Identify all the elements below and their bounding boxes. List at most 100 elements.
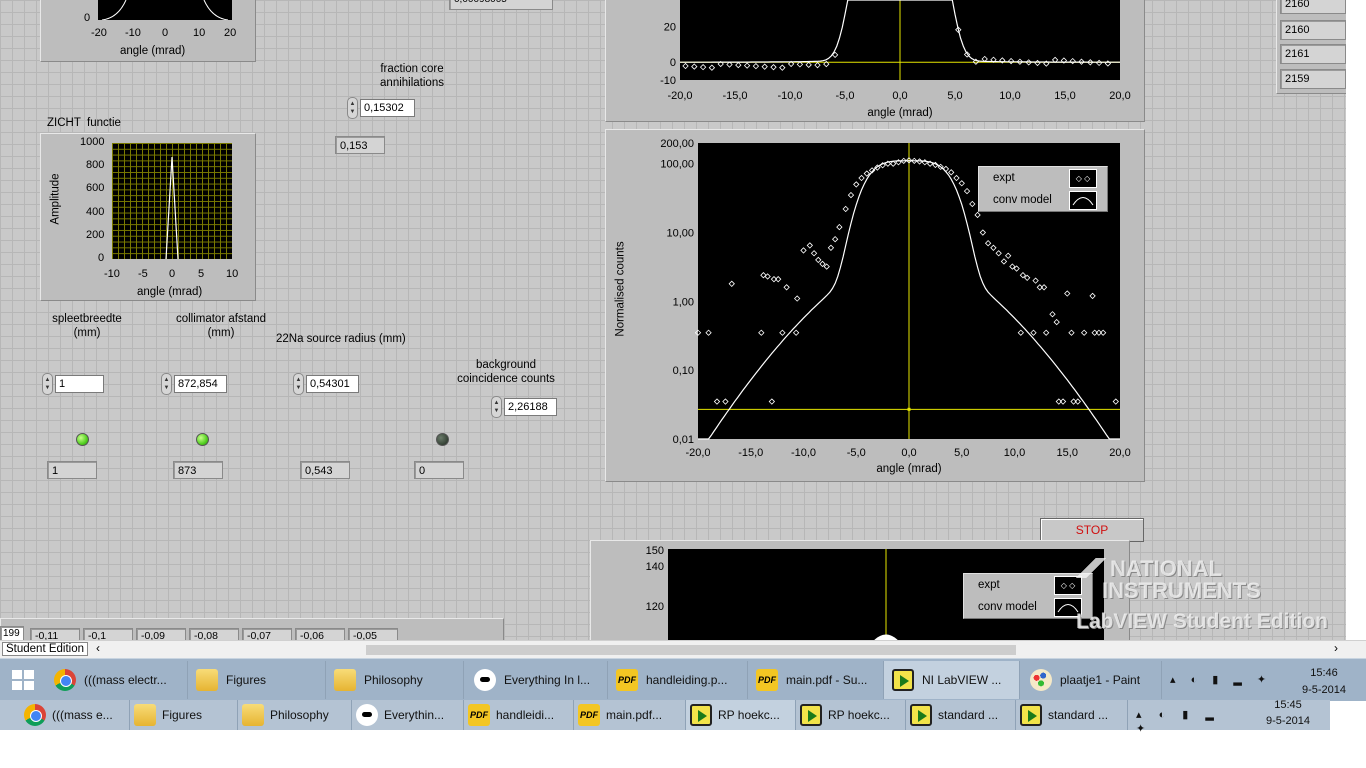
clock-time: 15:46 bbox=[1310, 667, 1338, 679]
zicht-curve bbox=[165, 156, 179, 260]
taskbar-item[interactable]: Figures bbox=[188, 661, 326, 699]
zicht-ylabel: Amplitude bbox=[49, 173, 62, 225]
taskbar-item-label: main.pdf... bbox=[606, 708, 663, 722]
taskbar-item[interactable]: (((mass electr... bbox=[46, 661, 188, 699]
clock-date-2: 9-5-2014 bbox=[1265, 715, 1311, 727]
stop-button[interactable]: STOP bbox=[1040, 518, 1144, 542]
source-radius-input[interactable]: 0,54301 bbox=[306, 375, 359, 393]
background-spinner[interactable]: ▲ ▼ bbox=[491, 396, 502, 418]
labview-front-panel: 0 -20 -10 0 10 20 angle (mrad) 0,0009800… bbox=[0, 0, 1346, 642]
start-button[interactable] bbox=[0, 659, 46, 701]
collimator-label: collimator afstand (mm) bbox=[175, 313, 267, 339]
top-ytick: 0 bbox=[670, 57, 676, 69]
bottom-ytick: 150 bbox=[646, 545, 664, 557]
collimator-control[interactable]: ▲ ▼ 872,854 bbox=[161, 373, 227, 395]
chrome-icon bbox=[24, 704, 46, 726]
source-radius-label: 22Na source radius (mm) bbox=[276, 333, 406, 345]
taskbar-item-secondary[interactable]: standard ... bbox=[1016, 700, 1128, 730]
zicht-xtick: 0 bbox=[169, 268, 176, 280]
spleetbreedte-spinner[interactable]: ▲ ▼ bbox=[42, 373, 53, 395]
taskbar-item-secondary[interactable]: PDF main.pdf... bbox=[574, 700, 686, 730]
top-left-xtick: 10 bbox=[193, 27, 206, 39]
top-left-xtick: -20 bbox=[91, 27, 107, 39]
ni-logo-icon bbox=[1074, 558, 1108, 578]
bottom-ytick: 140 bbox=[646, 561, 664, 573]
spleetbreedte-input[interactable]: 1 bbox=[55, 375, 104, 393]
fraction-core-spinner[interactable]: ▲ ▼ bbox=[347, 97, 358, 119]
h-scroll-left-icon[interactable]: ‹ bbox=[96, 641, 100, 655]
taskbar-item-label: Philosophy bbox=[364, 673, 423, 687]
labview-icon bbox=[690, 704, 712, 726]
ni-watermark: NATIONAL INSTRUMENTS LabVIEW Student Edi… bbox=[1068, 556, 1344, 642]
taskbar-secondary: (((mass e... Figures Philosophy Everythin..… bbox=[0, 698, 1330, 735]
legend-expt-swatch[interactable]: ◇ ◇ bbox=[1069, 168, 1097, 188]
bottom-ytick: 120 bbox=[646, 601, 664, 613]
main-xtick: 15,0 bbox=[1057, 447, 1078, 459]
collimator-input[interactable]: 872,854 bbox=[174, 375, 227, 393]
taskbar-item-label: RP hoekc... bbox=[718, 708, 780, 722]
top-xtick: -15,0 bbox=[722, 90, 747, 102]
main-ytick: 0,10 bbox=[673, 365, 694, 377]
zicht-ytick: 0 bbox=[98, 252, 105, 264]
taskbar-item-label: handleiding.p... bbox=[646, 673, 728, 687]
h-scroll-right-icon[interactable]: › bbox=[1334, 641, 1338, 655]
main-xtick: 10,0 bbox=[1004, 447, 1025, 459]
taskbar-item[interactable]: plaatje1 - Paint bbox=[1022, 661, 1162, 699]
fraction-core-input[interactable]: 0,15302 bbox=[360, 99, 415, 117]
spleetbreedte-control[interactable]: ▲ ▼ 1 bbox=[42, 373, 104, 395]
background-input[interactable]: 2,26188 bbox=[504, 398, 557, 416]
everything-icon bbox=[474, 669, 496, 691]
fraction-core-control[interactable]: ▲ ▼ 0,15302 bbox=[347, 97, 415, 119]
taskbar-item-secondary[interactable]: RP hoekc... bbox=[796, 700, 906, 730]
top-left-xtick: -10 bbox=[125, 27, 141, 39]
taskbar-item-secondary[interactable]: Figures bbox=[130, 700, 238, 730]
taskbar-item-label: (((mass electr... bbox=[84, 673, 167, 687]
top-ytick: -10 bbox=[660, 75, 676, 87]
taskbar-item-secondary[interactable]: standard ... bbox=[906, 700, 1016, 730]
taskbar-item[interactable]: NI LabVIEW ... bbox=[884, 661, 1020, 699]
top-xtick: 20,0 bbox=[1109, 90, 1130, 102]
background-label: background coincidence counts bbox=[457, 359, 555, 385]
tray-icons-secondary[interactable]: ▴ ◐ ▮ ▂ ✦ bbox=[1136, 708, 1246, 736]
main-ytick: 0,01 bbox=[673, 434, 694, 446]
taskbar-item-secondary[interactable]: RP hoekc... bbox=[686, 700, 796, 730]
top-ytick: 20 bbox=[664, 22, 676, 34]
legend-expt-label: expt bbox=[993, 172, 1015, 184]
legend-model-label: conv model bbox=[993, 194, 1052, 206]
top-right-graph: -20,0 -15,0 -10,0 -5,0 0,0 5,0 10,0 15,0 20,0 20 0… bbox=[660, 0, 1131, 119]
labview-icon bbox=[910, 704, 932, 726]
tray-icons[interactable]: ▴ ◐ ▮ ▂ ✦ bbox=[1170, 673, 1280, 687]
taskbar-item[interactable]: Philosophy bbox=[326, 661, 464, 699]
horizontal-scroll-thumb[interactable] bbox=[366, 645, 1016, 655]
spleetbreedte-indicator: 1 bbox=[47, 461, 97, 479]
taskbar-item[interactable]: PDF main.pdf - Su... bbox=[748, 661, 884, 699]
taskbar-item[interactable]: Everything In l... bbox=[466, 661, 608, 699]
zicht-ytick: 800 bbox=[86, 159, 105, 171]
taskbar-item-label: standard ... bbox=[938, 708, 999, 722]
source-radius-control[interactable]: ▲ ▼ 0,54301 bbox=[293, 373, 359, 395]
taskbar-item[interactable]: PDF handleiding.p... bbox=[608, 661, 748, 699]
collimator-spinner[interactable]: ▲ ▼ bbox=[161, 373, 172, 395]
taskbar-item-secondary[interactable]: PDF handleidi... bbox=[464, 700, 574, 730]
clock-primary[interactable]: 15:46 9-5-2014 bbox=[1294, 666, 1354, 697]
clock-secondary[interactable]: 15:45 9-5-2014 bbox=[1258, 698, 1318, 728]
main-ytick: 1,00 bbox=[673, 296, 694, 308]
top-xtick: -5,0 bbox=[836, 90, 855, 102]
taskbar-item-secondary[interactable]: Everythin... bbox=[352, 700, 464, 730]
main-ytick: 100,00 bbox=[660, 159, 694, 171]
source-radius-spinner[interactable]: ▲ ▼ bbox=[293, 373, 304, 395]
taskbar-item-secondary[interactable]: (((mass e... bbox=[20, 700, 130, 730]
background-led bbox=[436, 433, 449, 446]
top-xtick: -20,0 bbox=[667, 90, 692, 102]
ni-watermark-line2: INSTRUMENTS bbox=[1102, 578, 1261, 603]
labview-icon bbox=[1020, 704, 1042, 726]
zicht-xtick: 10 bbox=[226, 268, 239, 280]
legend-model-swatch[interactable] bbox=[1069, 190, 1097, 210]
zicht-ytick: 600 bbox=[86, 182, 105, 194]
main-ytick: 200,00 bbox=[660, 138, 694, 150]
taskbar-item-secondary[interactable]: Philosophy bbox=[238, 700, 352, 730]
main-xlabel: angle (mrad) bbox=[876, 463, 941, 475]
taskbar-item-label: NI LabVIEW ... bbox=[922, 673, 1002, 687]
collimator-led bbox=[196, 433, 209, 446]
background-control[interactable]: ▲ ▼ 2,26188 bbox=[491, 396, 557, 418]
